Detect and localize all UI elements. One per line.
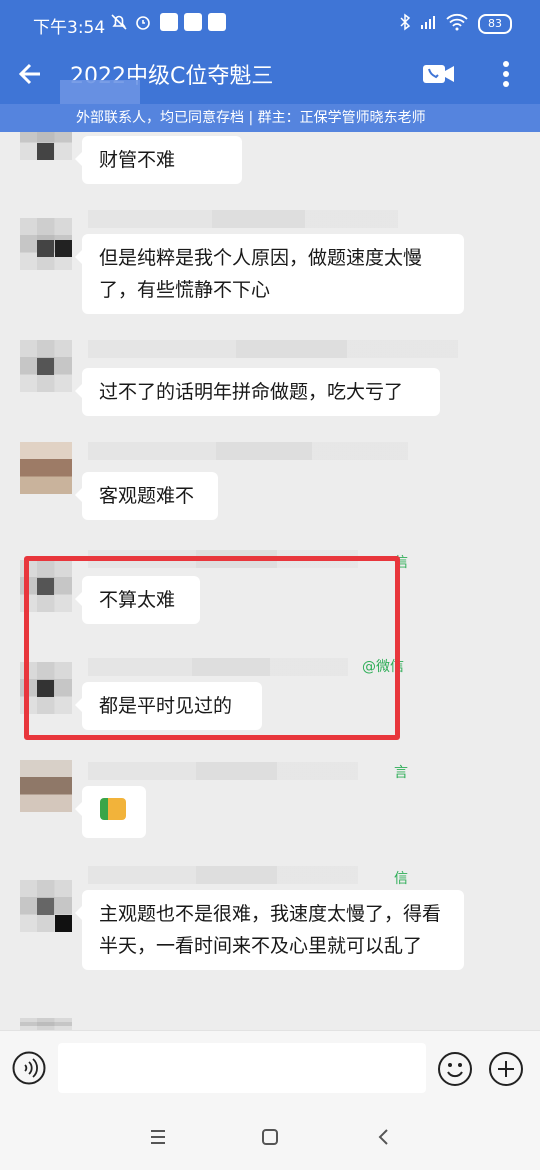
message-text: 但是纯粹是我个人原因，做题速度太慢了，有些慌静不下心	[99, 247, 423, 301]
avatar[interactable]	[20, 132, 72, 160]
app-notification-icon	[160, 13, 178, 31]
message-bubble[interactable]: 客观题难不	[75, 472, 218, 520]
wifi-icon	[446, 13, 468, 31]
home-icon[interactable]	[258, 1125, 282, 1149]
call-button[interactable]	[420, 56, 458, 92]
message-bubble[interactable]: 主观题也不是很难，我速度太慢了，得看半天，一看时间来不及心里就可以乱了	[75, 890, 464, 970]
avatar[interactable]	[20, 760, 72, 812]
wechat-source-tag: 信	[394, 871, 408, 887]
voice-input-button[interactable]	[12, 1051, 46, 1085]
back-button[interactable]	[12, 54, 52, 94]
app-notification-icon	[184, 13, 202, 31]
avatar[interactable]	[20, 340, 72, 392]
status-bar: 下午3:54 83	[0, 0, 540, 46]
status-time: 下午3:54	[33, 18, 106, 38]
sender-name	[88, 866, 358, 884]
group-notice-text: 外部联系人，均已同意存档 | 群主：正保学管师晓东老师	[76, 110, 426, 126]
alarm-icon	[136, 16, 150, 30]
message-text: 财管不难	[99, 149, 176, 171]
signal-icon	[421, 16, 435, 29]
avatar[interactable]	[20, 1018, 72, 1030]
emoji-button[interactable]	[437, 1051, 473, 1087]
group-notice[interactable]: 外部联系人，均已同意存档 | 群主：正保学管师晓东老师	[0, 104, 540, 132]
message-bubble[interactable]: 过不了的话明年拼命做题，吃大亏了	[75, 368, 440, 416]
top-bar: 下午3:54 83 2022中级C位夺魁三 外部联系人，均已同意存档 | 群主：…	[0, 0, 540, 132]
avatar[interactable]	[20, 880, 72, 932]
avatar[interactable]	[20, 218, 72, 270]
mute-bell-icon	[111, 14, 127, 30]
message-text: 客观题难不	[99, 485, 195, 507]
menu-icon[interactable]	[146, 1125, 170, 1149]
avatar[interactable]	[20, 442, 72, 494]
sender-name	[88, 340, 458, 358]
more-options-button[interactable]	[492, 56, 520, 92]
input-bar	[0, 1030, 540, 1105]
more-functions-button[interactable]	[488, 1051, 524, 1087]
message-bubble[interactable]	[75, 786, 146, 838]
blurred-region	[60, 80, 140, 106]
wechat-source-tag: 言	[394, 765, 408, 781]
system-nav-bar	[0, 1105, 540, 1170]
message-bubble[interactable]: 财管不难	[75, 136, 242, 184]
message-text: 主观题也不是很难，我速度太慢了，得看半天，一看时间来不及心里就可以乱了	[99, 903, 442, 957]
message-input[interactable]	[58, 1043, 426, 1093]
message-text: 过不了的话明年拼命做题，吃大亏了	[99, 381, 404, 403]
app-notification-icon	[208, 13, 226, 31]
thumbs-up-icon	[100, 798, 126, 820]
sender-name	[88, 210, 398, 228]
bluetooth-icon	[400, 13, 411, 31]
battery-indicator: 83	[478, 14, 512, 34]
back-nav-icon[interactable]	[372, 1125, 396, 1149]
sender-name	[88, 762, 358, 780]
highlight-box	[24, 556, 400, 740]
message-bubble[interactable]: 但是纯粹是我个人原因，做题速度太慢了，有些慌静不下心	[75, 234, 464, 314]
chat-area[interactable]: 财管不难 但是纯粹是我个人原因，做题速度太慢了，有些慌静不下心 过不了的话明年拼…	[0, 132, 540, 1030]
sender-name	[88, 442, 408, 460]
